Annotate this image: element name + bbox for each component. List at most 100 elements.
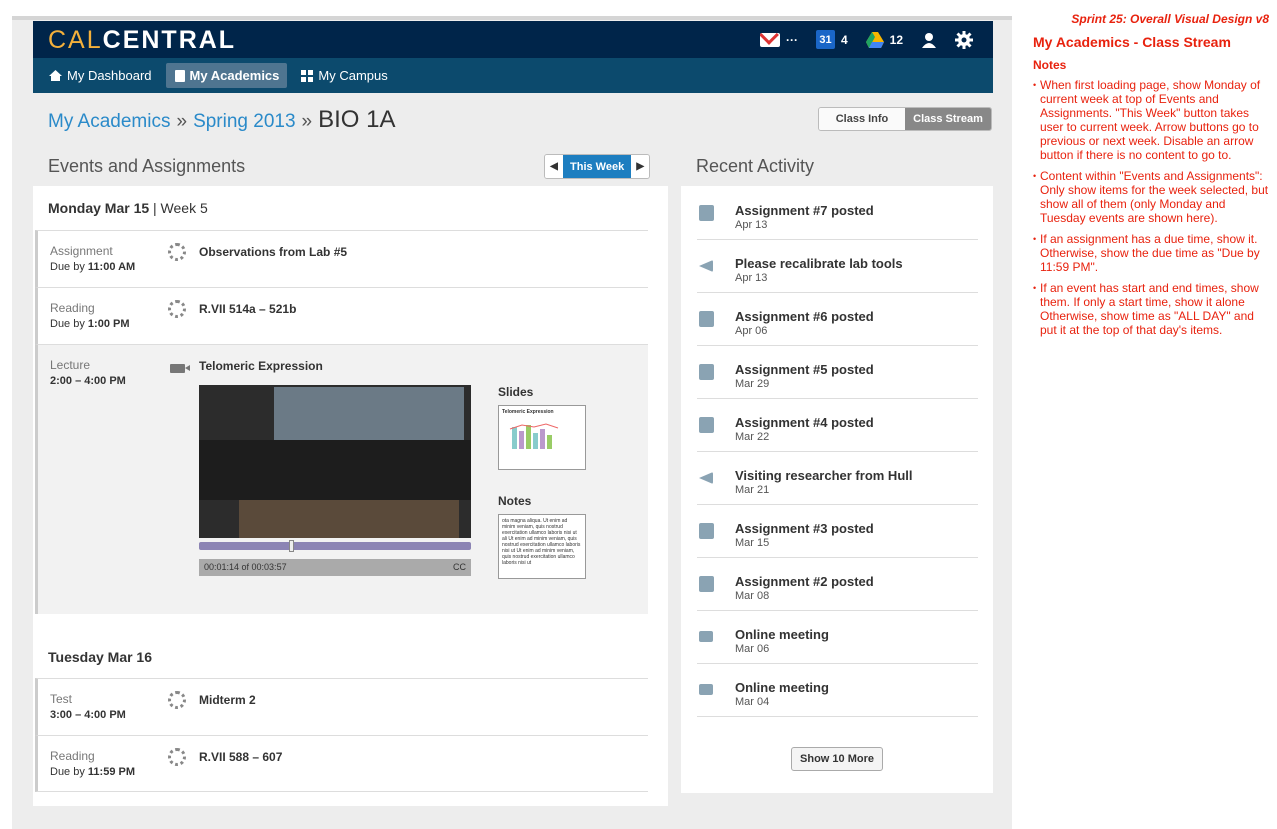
event-row[interactable]: Reading Due by 11:59 PM R.VII 588 – 607	[35, 735, 648, 792]
calcentral-logo[interactable]: CALCENTRAL	[48, 26, 236, 55]
recent-activity-panel: Recent Activity Assignment #7 posted Apr …	[681, 146, 993, 793]
event-time: Due by 1:00 PM	[50, 318, 130, 330]
video-progress-handle[interactable]	[288, 540, 294, 552]
event-time: 2:00 – 4:00 PM	[50, 375, 126, 387]
event-title[interactable]: R.VII 588 – 607	[199, 750, 282, 764]
day-heading: Tuesday Mar 16	[48, 649, 153, 665]
class-stream-button[interactable]: Class Stream	[905, 108, 991, 130]
video-progress-bar[interactable]	[199, 540, 471, 552]
activity-title[interactable]: Assignment #4 posted	[735, 415, 874, 430]
calendar-badge[interactable]: 31 4	[815, 30, 848, 49]
slides-label: Slides	[498, 385, 534, 399]
activity-item[interactable]: Please recalibrate lab tools Apr 13	[697, 240, 978, 293]
book-icon	[699, 205, 714, 221]
nav-my-campus[interactable]: My Campus	[293, 63, 395, 88]
design-notes: Sprint 25: Overall Visual Design v8 My A…	[1033, 12, 1269, 344]
class-info-button[interactable]: Class Info	[819, 108, 905, 130]
week-navigator: ◀ This Week ▶	[544, 154, 651, 179]
show-more-button[interactable]: Show 10 More	[791, 747, 883, 771]
activity-item[interactable]: Assignment #5 posted Mar 29	[697, 346, 978, 399]
activity-date: Mar 06	[735, 643, 770, 655]
breadcrumb-term[interactable]: Spring 2013	[193, 111, 295, 133]
event-row[interactable]: Assignment Due by 11:00 AM Observations …	[35, 230, 648, 287]
calendar-icon: 31	[815, 30, 835, 49]
activity-date: Mar 21	[735, 484, 770, 496]
activity-item[interactable]: Assignment #3 posted Mar 15	[697, 505, 978, 558]
cc-button[interactable]: CC	[453, 562, 466, 572]
activity-title[interactable]: Assignment #7 posted	[735, 203, 874, 218]
recent-activity-title: Recent Activity	[681, 146, 993, 186]
event-title[interactable]: Observations from Lab #5	[199, 245, 347, 259]
note-item: When first loading page, show Monday of …	[1033, 78, 1269, 162]
lecture-video[interactable]	[199, 385, 471, 538]
breadcrumb-my-academics[interactable]: My Academics	[48, 111, 170, 133]
this-week-button[interactable]: This Week	[563, 155, 632, 178]
activity-date: Mar 04	[735, 696, 770, 708]
next-week-button[interactable]: ▶	[631, 155, 650, 178]
event-title[interactable]: Telomeric Expression	[199, 359, 323, 373]
view-toggle: Class Info Class Stream	[818, 107, 992, 131]
nav-my-dashboard[interactable]: My Dashboard	[41, 63, 160, 88]
event-row[interactable]: Test 3:00 – 4:00 PM Midterm 2	[35, 678, 648, 735]
breadcrumb-separator: »	[301, 111, 313, 132]
note-item: Content within "Events and Assignments":…	[1033, 169, 1269, 225]
activity-title[interactable]: Assignment #5 posted	[735, 362, 874, 377]
activity-date: Apr 13	[735, 272, 768, 284]
book-icon	[174, 69, 185, 82]
activity-item[interactable]: Visiting researcher from Hull Mar 21	[697, 452, 978, 505]
nav-my-academics[interactable]: My Academics	[165, 63, 288, 88]
page-title: BIO 1A	[318, 106, 396, 133]
gmail-badge[interactable]: ···	[759, 32, 798, 47]
pending-icon	[168, 691, 186, 709]
activity-item[interactable]: Online meeting Mar 06	[697, 611, 978, 664]
notes-thumbnail[interactable]: ota magna aliqua. Ut enim ad minim venia…	[498, 514, 586, 579]
activity-item[interactable]: Assignment #7 posted Apr 13	[697, 187, 978, 240]
book-icon	[699, 576, 714, 592]
video-icon	[699, 631, 713, 642]
drive-icon	[865, 31, 884, 48]
grid-icon	[301, 69, 314, 82]
event-type: Assignment	[50, 244, 113, 258]
activity-title[interactable]: Please recalibrate lab tools	[735, 256, 903, 271]
event-time: Due by 11:59 PM	[50, 766, 136, 778]
top-header: CALCENTRAL ··· 31 4 12	[33, 21, 993, 58]
event-title[interactable]: R.VII 514a – 521b	[199, 302, 296, 316]
activity-title[interactable]: Assignment #6 posted	[735, 309, 874, 324]
event-type: Test	[50, 692, 73, 706]
day-heading: Monday Mar 15 | Week 5	[48, 200, 208, 216]
home-icon	[49, 70, 62, 81]
slide-chart-thumbnail	[509, 423, 559, 449]
activity-title[interactable]: Assignment #2 posted	[735, 574, 874, 589]
pending-icon	[168, 243, 186, 261]
drive-badge[interactable]: 12	[865, 31, 903, 48]
note-item: If an event has start and end times, sho…	[1033, 281, 1269, 337]
video-chalkboard	[199, 440, 471, 500]
gear-icon[interactable]	[955, 30, 973, 49]
activity-item[interactable]: Online meeting Mar 04	[697, 664, 978, 717]
megaphone-icon	[699, 260, 713, 272]
activity-title[interactable]: Assignment #3 posted	[735, 521, 874, 536]
activity-date: Mar 15	[735, 537, 770, 549]
pending-icon	[168, 748, 186, 766]
event-time: Due by 11:00 AM	[50, 261, 136, 273]
user-icon[interactable]	[921, 32, 937, 48]
event-type: Lecture	[50, 358, 91, 372]
video-desk	[239, 500, 459, 538]
activity-title[interactable]: Online meeting	[735, 680, 829, 695]
activity-title[interactable]: Visiting researcher from Hull	[735, 468, 913, 483]
activity-item[interactable]: Assignment #4 posted Mar 22	[697, 399, 978, 452]
video-controls[interactable]: 00:01:14 of 00:03:57 CC	[199, 559, 471, 576]
prev-week-button[interactable]: ◀	[545, 155, 563, 178]
event-type: Reading	[50, 301, 95, 315]
event-row-lecture[interactable]: Lecture 2:00 – 4:00 PM Telomeric Express…	[35, 344, 648, 614]
book-icon	[699, 364, 714, 380]
event-row[interactable]: Reading Due by 1:00 PM R.VII 514a – 521b	[35, 287, 648, 344]
activity-item[interactable]: Assignment #2 posted Mar 08	[697, 558, 978, 611]
notes-label: Notes	[498, 494, 532, 508]
activity-item[interactable]: Assignment #6 posted Apr 06	[697, 293, 978, 346]
video-icon	[699, 684, 713, 695]
activity-title[interactable]: Online meeting	[735, 627, 829, 642]
notes-heading: Notes	[1033, 58, 1067, 72]
slides-thumbnail[interactable]: Telomeric Expression	[498, 405, 586, 470]
event-title[interactable]: Midterm 2	[199, 693, 256, 707]
